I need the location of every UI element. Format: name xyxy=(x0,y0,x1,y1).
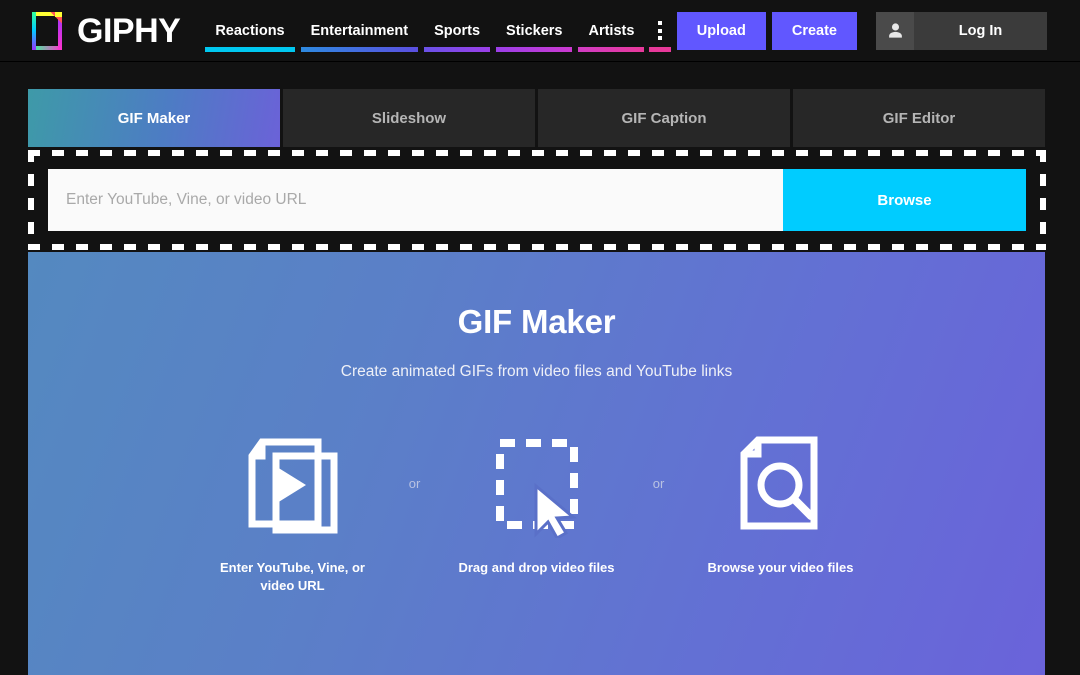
nav-underline-reactions xyxy=(205,46,295,52)
tab-label-gif-editor: GIF Editor xyxy=(882,109,956,127)
option-caption-enter-url: Enter YouTube, Vine, or video URL xyxy=(220,560,365,593)
tab-slideshow[interactable]: Slideshow xyxy=(283,89,535,147)
separator-or-2: or xyxy=(652,475,665,491)
tab-gif-caption[interactable]: GIF Caption xyxy=(538,89,790,147)
giphy-logo-icon xyxy=(28,10,66,52)
nav-item-reactions[interactable]: Reactions xyxy=(202,10,297,52)
tab-gif-editor[interactable]: GIF Editor xyxy=(793,89,1045,147)
separator-or-1: or xyxy=(408,475,421,491)
create-button[interactable]: Create xyxy=(771,11,857,50)
login-button[interactable]: Log In xyxy=(914,11,1047,50)
user-avatar-icon[interactable] xyxy=(876,11,914,50)
nav-label-sports: Sports xyxy=(434,22,481,39)
tool-tabs: GIF Maker Slideshow GIF Caption GIF Edit… xyxy=(28,89,1045,147)
nav-item-stickers[interactable]: Stickers xyxy=(493,10,575,52)
browse-button[interactable]: Browse xyxy=(783,169,1026,231)
option-enter-url[interactable]: Enter YouTube, Vine, or video URL xyxy=(199,425,387,594)
tab-label-gif-maker: GIF Maker xyxy=(117,109,191,127)
nav-item-entertainment[interactable]: Entertainment xyxy=(298,10,422,52)
nav-underline-more xyxy=(649,46,672,52)
video-pages-play-icon xyxy=(244,425,342,541)
nav-label-reactions: Reactions xyxy=(215,22,285,39)
option-browse-files[interactable]: Browse your video files xyxy=(687,425,875,577)
page-subtitle: Create animated GIFs from video files an… xyxy=(340,363,733,380)
document-magnifier-icon xyxy=(732,425,830,541)
nav-item-artists[interactable]: Artists xyxy=(575,10,647,52)
tab-gif-maker[interactable]: GIF Maker xyxy=(28,89,280,147)
nav-label-entertainment: Entertainment xyxy=(310,22,409,39)
option-drag-drop[interactable]: Drag and drop video files xyxy=(443,425,631,577)
nav-item-sports[interactable]: Sports xyxy=(421,10,493,52)
input-methods: Enter YouTube, Vine, or video URL or Dra… xyxy=(28,425,1045,594)
video-url-input[interactable] xyxy=(48,169,783,231)
nav-underline-stickers xyxy=(496,46,573,52)
header-actions: Upload Create Log In xyxy=(676,11,1047,50)
page-title: GIF Maker xyxy=(457,303,616,340)
nav-label-stickers: Stickers xyxy=(506,22,563,39)
nav-underline-artists xyxy=(578,46,645,52)
upload-button[interactable]: Upload xyxy=(676,11,766,50)
nav-label-artists: Artists xyxy=(588,22,635,39)
option-caption-browse-files: Browse your video files xyxy=(707,560,854,575)
giphy-logo[interactable]: GIPHY xyxy=(28,0,181,62)
dashed-square-cursor-icon xyxy=(488,425,586,541)
login-group: Log In xyxy=(876,11,1047,50)
kebab-menu-icon[interactable] xyxy=(647,10,673,52)
gif-maker-panel: GIF Maker Create animated GIFs from vide… xyxy=(28,252,1045,675)
nav-underline-entertainment xyxy=(300,46,419,52)
tab-label-gif-caption: GIF Caption xyxy=(621,109,707,127)
main-nav: Reactions Entertainment Sports Stickers … xyxy=(202,10,673,52)
nav-underline-sports xyxy=(424,46,491,52)
option-caption-drag-drop: Drag and drop video files xyxy=(458,560,615,575)
file-drop-zone[interactable]: Browse xyxy=(28,150,1046,250)
tab-label-slideshow: Slideshow xyxy=(371,109,447,127)
giphy-wordmark: GIPHY xyxy=(77,11,181,50)
top-navigation-bar: GIPHY Reactions Entertainment Sports Sti… xyxy=(0,0,1080,62)
